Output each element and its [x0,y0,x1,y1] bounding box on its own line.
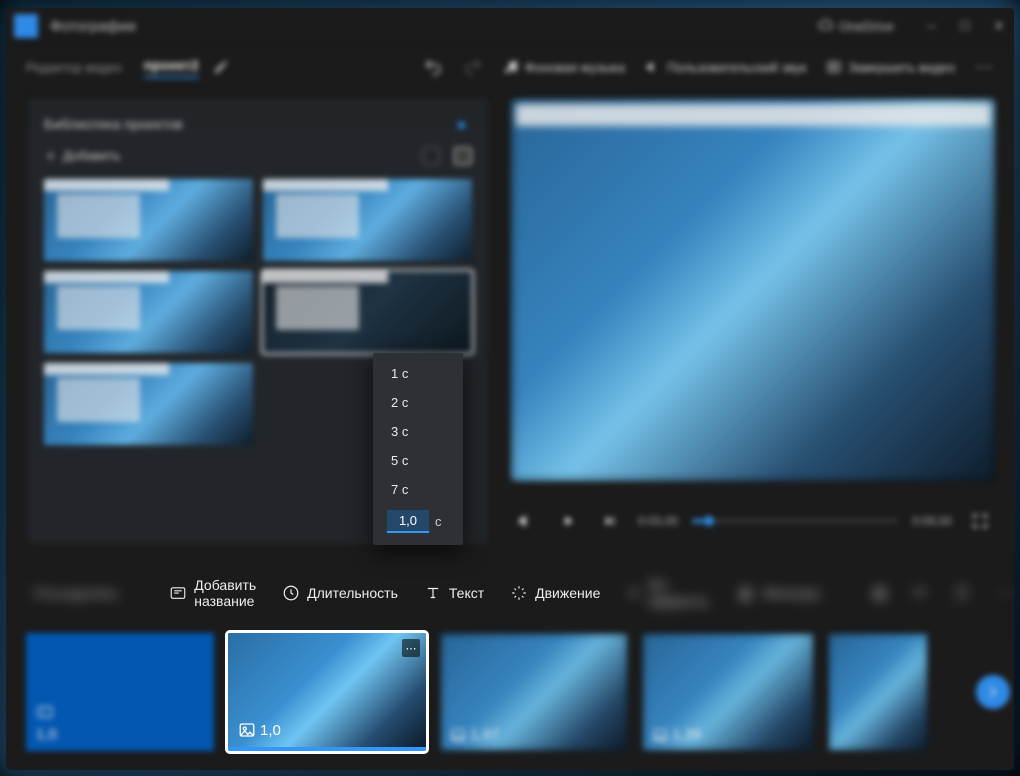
finish-video-button[interactable]: Завершить видео [826,59,955,75]
time-current: 0:03,00 [638,514,678,528]
timeline: 1,0 1,0 ⋯ 1,97 1,39 [6,614,1014,770]
storyboard-label: Раскадровка [34,585,117,601]
clip-duration: 1,0 [260,722,281,739]
app-title: Фотографии [50,18,136,35]
3d-effects-button[interactable]: ✦ 3D-эффекты [626,577,712,609]
time-total: 0:09,50 [912,514,952,528]
text-icon [424,584,442,602]
collapse-icon[interactable]: ▸ [454,112,472,136]
list-view-icon[interactable] [454,147,472,165]
fullscreen-icon[interactable] [966,507,994,535]
titlebar: Фотографии OneDrive ─ ☐ ✕ [6,8,1014,44]
duration-option[interactable]: 1 с [373,359,463,388]
duration-option[interactable]: 3 с [373,417,463,446]
timeline-clip-title[interactable]: 1,0 [26,633,214,751]
project-name[interactable]: проект2 [144,57,199,78]
export-icon [826,59,842,75]
view-toggle [422,147,472,165]
image-icon [652,727,668,743]
speaker-icon [645,59,661,75]
music-icon [503,59,519,75]
playback-controls: 0:03,00 0:09,50 [510,498,996,544]
title-card-icon [169,584,187,602]
filters-button[interactable]: ◧ Фильтры [738,584,820,602]
library-thumb-selected[interactable] [263,271,472,353]
clip-duration: 1,97 [470,726,499,743]
add-title-button[interactable]: Добавить название [169,577,256,609]
image-icon [238,721,256,739]
clip-menu-icon[interactable]: ⋯ [402,639,420,657]
library-thumb[interactable] [44,271,253,353]
library-thumb[interactable] [44,179,253,261]
library-header: Библиотека проектов [44,116,183,132]
sparkle-icon: ✦ [626,584,640,602]
grid-icon[interactable]: ▦ [872,582,887,604]
progress-slider[interactable] [692,519,898,523]
app-logo-icon [14,14,38,38]
timeline-clip-selected[interactable]: 1,0 ⋯ [228,633,426,751]
more-icon[interactable]: ⋯ [997,582,1014,604]
app-window: Фотографии OneDrive ─ ☐ ✕ Редактор видео… [6,8,1014,770]
add-clip-button[interactable] [976,675,1010,709]
clip-duration: 1,0 [36,726,57,743]
background-music-button[interactable]: Фоновая музыка [503,59,625,75]
timeline-clip[interactable] [828,633,928,751]
preview-screen[interactable] [510,98,996,482]
window-controls: ─ ☐ ✕ [924,19,1006,33]
title-icon [36,703,54,721]
more-icon[interactable]: ⋯ [975,57,994,78]
duration-custom-input[interactable] [387,510,429,533]
breadcrumb[interactable]: Редактор видео [26,60,122,75]
duration-option[interactable]: 2 с [373,388,463,417]
clock-icon [282,584,300,602]
library-thumb[interactable] [44,363,253,445]
timeline-clip[interactable]: 1,39 [642,633,814,751]
duration-option[interactable]: 5 с [373,446,463,475]
clip-duration: 1,39 [672,726,701,743]
text-button[interactable]: Текст [424,584,484,602]
pencil-icon[interactable] [213,59,229,75]
chevron-right-icon [984,683,1002,701]
custom-audio-button[interactable]: Пользовательский звук [645,59,806,75]
next-frame-button[interactable] [596,507,624,535]
trash-icon[interactable] [953,582,971,604]
image-icon [450,727,466,743]
duration-suffix: с [435,514,442,529]
preview-panel: 0:03,00 0:09,50 [510,98,996,544]
close-button[interactable]: ✕ [992,19,1006,33]
rotate-icon[interactable]: ⟳ [913,582,926,604]
volume-icon[interactable] [512,507,540,535]
minimize-button[interactable]: ─ [924,19,938,33]
play-button[interactable] [554,507,582,535]
duration-dropdown: 1 с 2 с 3 с 5 с 7 с с [373,353,463,545]
timeline-clip[interactable]: 1,97 [440,633,628,751]
editor-toolbar: Редактор видео проект2 Фоновая музыка По… [6,44,1014,90]
cloud-icon [818,18,834,34]
motion-icon [510,584,528,602]
library-thumb[interactable] [263,179,472,261]
add-media-button[interactable]: ＋ Добавить [44,146,120,165]
duration-option[interactable]: 7 с [373,475,463,504]
onedrive-link[interactable]: OneDrive [818,18,894,34]
plus-icon: ＋ [44,146,57,165]
redo-icon[interactable] [463,57,483,77]
motion-button[interactable]: Движение [510,584,600,602]
undo-icon[interactable] [423,57,443,77]
maximize-button[interactable]: ☐ [958,19,972,33]
duration-button[interactable]: Длительность [282,584,398,602]
main-area: Библиотека проектов ▸ ＋ Добавить [6,90,1014,554]
grid-view-icon[interactable] [422,147,440,165]
filter-icon: ◧ [738,584,756,602]
